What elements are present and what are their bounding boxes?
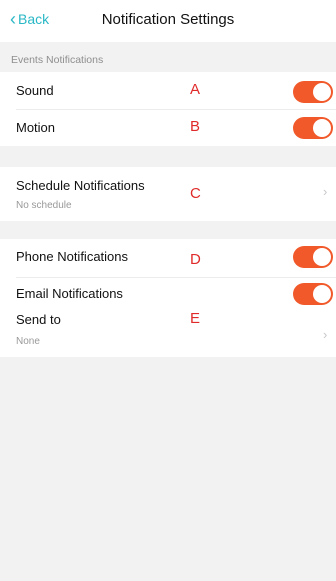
send-to-label: Send to	[16, 312, 61, 327]
navigation-bar: ‹ Back Notification Settings	[0, 0, 336, 42]
marker-b: B	[190, 118, 201, 135]
sound-toggle[interactable]	[293, 81, 333, 103]
motion-label: Motion	[16, 120, 56, 135]
marker-e: E	[190, 310, 201, 327]
toggle-knob	[313, 83, 331, 101]
divider	[16, 109, 336, 110]
marker-a: A	[190, 81, 201, 98]
divider	[16, 277, 336, 278]
toggle-knob	[313, 119, 331, 137]
phone-toggle[interactable]	[293, 246, 333, 268]
chevron-right-icon: ›	[323, 327, 328, 342]
send-to-value: None	[16, 336, 40, 347]
marker-d: D	[190, 251, 201, 268]
marker-c: C	[190, 185, 201, 202]
schedule-value: No schedule	[16, 200, 72, 211]
sound-label: Sound	[16, 83, 54, 98]
schedule-row[interactable]: Schedule Notifications No schedule C ›	[0, 167, 336, 221]
toggle-knob	[313, 285, 331, 303]
schedule-label: Schedule Notifications	[16, 178, 145, 193]
phone-label: Phone Notifications	[16, 249, 129, 264]
events-group: Sound A Motion B	[0, 72, 336, 146]
motion-toggle[interactable]	[293, 117, 333, 139]
email-label: Email Notifications	[16, 286, 123, 301]
chevron-right-icon: ›	[323, 184, 328, 199]
channels-group: Phone Notifications D Email Notification…	[0, 239, 336, 357]
section-header-events: Events Notifications	[11, 54, 104, 66]
toggle-knob	[313, 248, 331, 266]
page-title: Notification Settings	[101, 11, 235, 28]
email-toggle[interactable]	[293, 283, 333, 305]
